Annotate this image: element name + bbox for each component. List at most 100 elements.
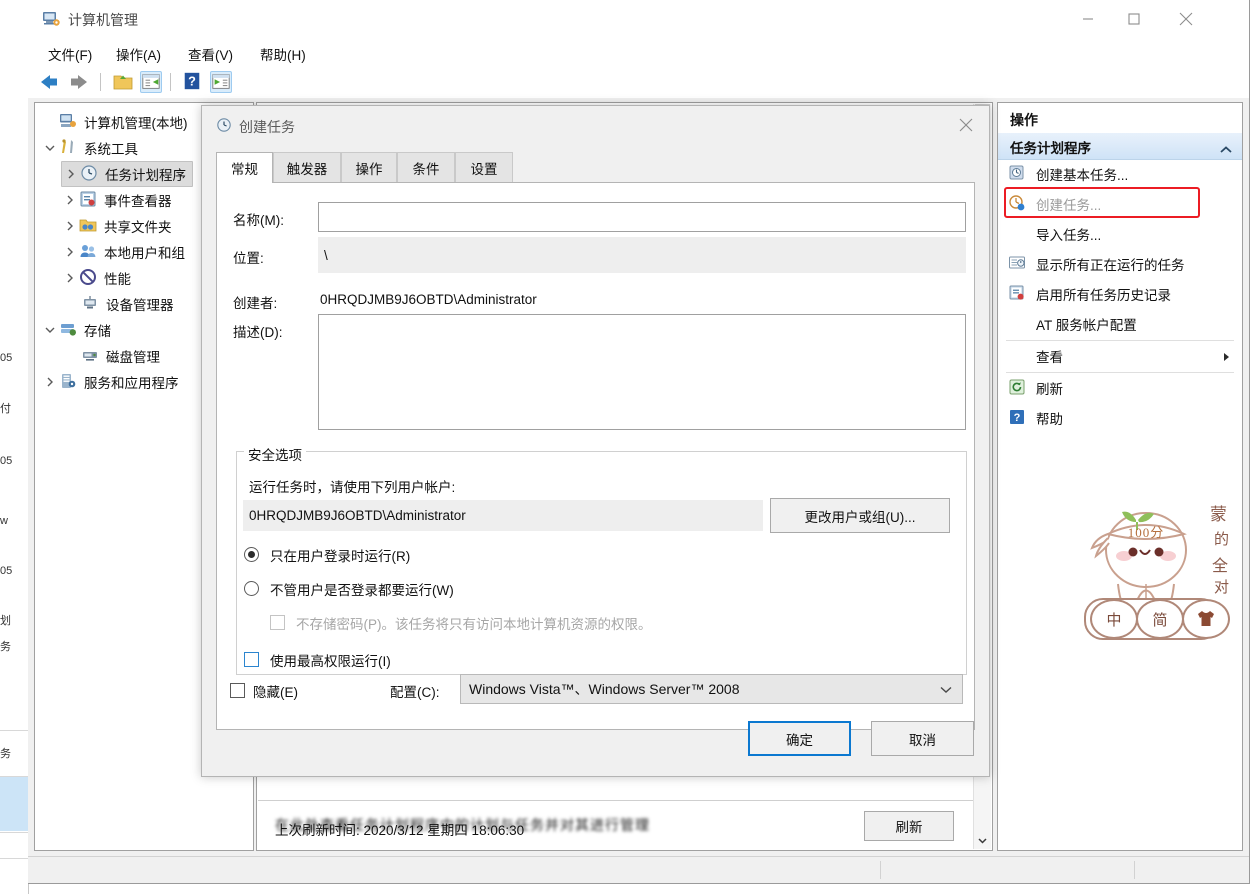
tree-node-label: 本地用户和组 [104, 246, 185, 261]
up-folder-icon[interactable] [112, 71, 134, 93]
twisty-collapsed-icon[interactable] [61, 265, 79, 291]
location-label: 位置: [233, 251, 264, 266]
action-create-basic-task[interactable]: 创建基本任务... [998, 159, 1242, 189]
action-refresh[interactable]: 刷新 [998, 373, 1242, 403]
action-label: 创建基本任务... [1036, 168, 1129, 183]
ime-simplified-traditional-toggle[interactable]: 简 [1136, 599, 1184, 639]
checkbox-hidden[interactable] [230, 683, 245, 698]
tree-node-label: 系统工具 [84, 142, 138, 157]
maximize-button[interactable] [1111, 0, 1157, 38]
show-action-pane-icon[interactable] [210, 71, 232, 93]
submenu-arrow-icon [1223, 350, 1230, 365]
radio-run-only-when-logged-on-label: 只在用户登录时运行(R) [270, 549, 411, 564]
window-title: 计算机管理 [68, 12, 138, 28]
refresh-button[interactable]: 刷新 [864, 811, 954, 841]
minimize-button[interactable] [1065, 0, 1111, 38]
tree-node-shared-folders[interactable]: 共享文件夹 [61, 213, 172, 239]
svg-text:?: ? [188, 74, 196, 89]
no-icon [1008, 346, 1028, 366]
chevron-down-icon[interactable] [940, 682, 952, 697]
action-show-running-tasks[interactable]: 显示所有正在运行的任务 [998, 249, 1242, 279]
twisty-collapsed-icon[interactable] [62, 161, 80, 187]
cancel-button[interactable]: 取消 [871, 721, 974, 756]
twisty-collapsed-icon[interactable] [61, 239, 79, 265]
checkbox-hidden-label: 隐藏(E) [253, 685, 298, 700]
twisty-collapsed-icon[interactable] [41, 369, 59, 395]
radio-run-only-when-logged-on[interactable] [244, 547, 259, 562]
action-enable-task-history[interactable]: 启用所有任务历史记录 [998, 279, 1242, 309]
security-options-title: 安全选项 [244, 444, 306, 464]
tshirt-icon [1198, 611, 1214, 626]
menu-bar: 文件(F) 操作(A) 查看(V) 帮助(H) [28, 38, 1249, 66]
action-help[interactable]: ? 帮助 [998, 403, 1242, 433]
ime-side-text-3: 全 [1212, 558, 1229, 575]
name-input[interactable] [318, 202, 966, 232]
close-button[interactable] [1163, 0, 1209, 38]
action-view[interactable]: 查看 [998, 341, 1242, 371]
radio-run-whether-logged-on-or-not[interactable] [244, 581, 259, 596]
action-label: 刷新 [1036, 382, 1063, 397]
tree-node-storage[interactable]: 存储 [41, 317, 111, 343]
action-label: 查看 [1036, 350, 1063, 365]
computer-icon [59, 112, 79, 132]
ime-chinese-english-toggle[interactable]: 中 [1090, 599, 1138, 639]
task-scheduler-icon [80, 164, 100, 184]
ime-floating-bar: 100分 蒙 的 全 对 中 简 [1078, 498, 1250, 658]
window-title-bar: 计算机管理 [28, 0, 1249, 38]
tree-node-computer-management[interactable]: 计算机管理(本地) [41, 109, 188, 135]
twisty-collapsed-icon[interactable] [61, 213, 79, 239]
action-create-task[interactable]: 创建任务... [998, 189, 1242, 219]
tab-triggers[interactable]: 触发器 [273, 152, 341, 182]
tree-node-local-users[interactable]: 本地用户和组 [61, 239, 185, 265]
toolbar-separator [100, 73, 101, 91]
event-viewer-icon [79, 190, 99, 210]
actions-group-task-scheduler[interactable]: 任务计划程序 [998, 133, 1242, 160]
menu-help[interactable]: 帮助(H) [252, 42, 314, 66]
tree-node-services-and-applications[interactable]: 服务和应用程序 [41, 369, 179, 395]
tree-node-disk-management[interactable]: 磁盘管理 [81, 343, 160, 369]
help-blue-icon: ? [1008, 408, 1028, 428]
action-at-service-account[interactable]: AT 服务帐户配置 [998, 309, 1242, 339]
back-icon[interactable] [38, 71, 60, 93]
twisty-expanded-icon[interactable] [41, 317, 59, 343]
checkbox-run-with-highest-privileges[interactable] [244, 652, 259, 667]
tab-conditions[interactable]: 条件 [397, 152, 455, 182]
tree-node-system-tools[interactable]: 系统工具 [41, 135, 138, 161]
ok-button[interactable]: 确定 [748, 721, 851, 756]
change-user-or-group-button[interactable]: 更改用户或组(U)... [770, 498, 950, 533]
action-label: 启用所有任务历史记录 [1036, 288, 1171, 303]
configure-dropdown[interactable]: Windows Vista™、Windows Server™ 2008 [460, 674, 963, 704]
tree-node-event-viewer[interactable]: 事件查看器 [61, 187, 172, 213]
menu-view[interactable]: 查看(V) [180, 42, 241, 66]
bg-divider [0, 858, 28, 859]
menu-file[interactable]: 文件(F) [40, 42, 100, 66]
tab-settings[interactable]: 设置 [455, 152, 513, 182]
chevron-up-icon[interactable] [1220, 142, 1232, 157]
show-hide-tree-icon[interactable] [140, 71, 162, 93]
bg-divider [0, 730, 28, 731]
dialog-close-button[interactable] [943, 106, 989, 144]
tab-actions[interactable]: 操作 [341, 152, 397, 182]
ime-skin-button[interactable] [1182, 599, 1230, 639]
forward-icon[interactable] [68, 71, 90, 93]
tree-node-label: 性能 [104, 272, 131, 287]
scroll-down-icon[interactable] [974, 832, 991, 849]
tree-node-performance[interactable]: 性能 [61, 265, 131, 291]
action-label: AT 服务帐户配置 [1036, 318, 1137, 333]
menu-action[interactable]: 操作(A) [108, 42, 169, 66]
tree-node-label: 共享文件夹 [104, 220, 172, 235]
action-label: 帮助 [1036, 412, 1063, 427]
twisty-collapsed-icon[interactable] [61, 187, 79, 213]
tree-node-label: 设备管理器 [106, 298, 174, 313]
description-textarea[interactable] [318, 314, 966, 430]
tab-general[interactable]: 常规 [216, 152, 273, 183]
action-import-task[interactable]: 导入任务... [998, 219, 1242, 249]
twisty-expanded-icon[interactable] [41, 135, 59, 161]
checkbox-do-not-store-password[interactable] [270, 615, 285, 630]
tree-node-task-scheduler[interactable]: 任务计划程序 [61, 161, 193, 187]
bg-fragment: 划 [0, 615, 11, 627]
help-icon[interactable]: ? [182, 71, 204, 93]
svg-text:?: ? [1014, 412, 1021, 424]
create-task-icon [1008, 194, 1028, 214]
tree-node-device-manager[interactable]: 设备管理器 [81, 291, 174, 317]
